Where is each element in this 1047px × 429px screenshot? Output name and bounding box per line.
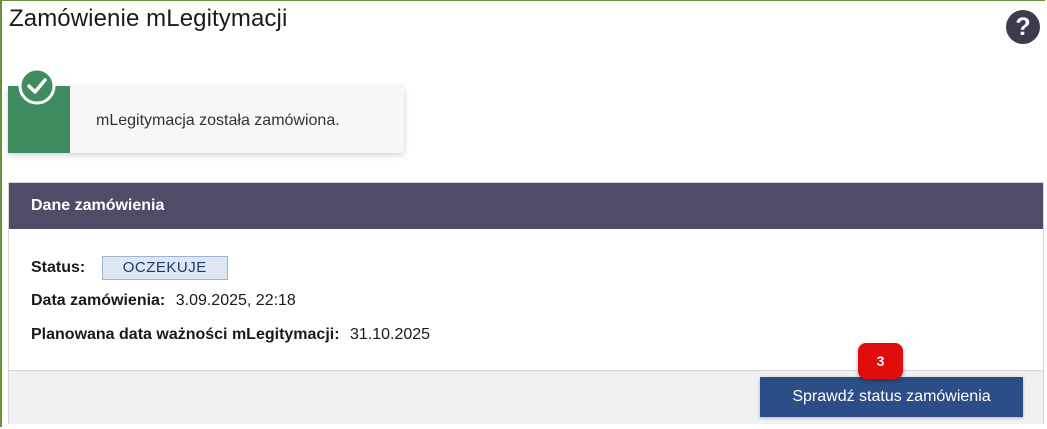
expiry-date-row: Planowana data ważności mLegitymacji: 31… [31,326,430,344]
panel-header: Dane zamówienia [9,183,1043,229]
status-badge: OCZEKUJE [101,256,228,280]
status-label: Status: [31,259,86,277]
step-marker: 3 [858,343,903,379]
expiry-date-label: Planowana data ważności mLegitymacji: [31,326,340,343]
order-date-label: Data zamówienia: [31,292,166,309]
success-alert: mLegitymacja została zamówiona. [8,67,404,153]
help-icon[interactable]: ? [1006,10,1040,44]
check-status-button[interactable]: Sprawdź status zamówienia [760,377,1023,417]
alert-message: mLegitymacja została zamówiona. [96,112,340,129]
order-date-value: 3.09.2025, 22:18 [175,292,296,309]
page-title: Zamówienie mLegitymacji [9,5,288,32]
status-row: Status: OCZEKUJE [31,256,228,280]
order-details-panel: Dane zamówienia Status: OCZEKUJE Data za… [8,182,1044,424]
order-date-row: Data zamówienia: 3.09.2025, 22:18 [31,292,296,310]
expiry-date-value: 31.10.2025 [349,326,431,343]
check-circle-icon [18,67,56,105]
